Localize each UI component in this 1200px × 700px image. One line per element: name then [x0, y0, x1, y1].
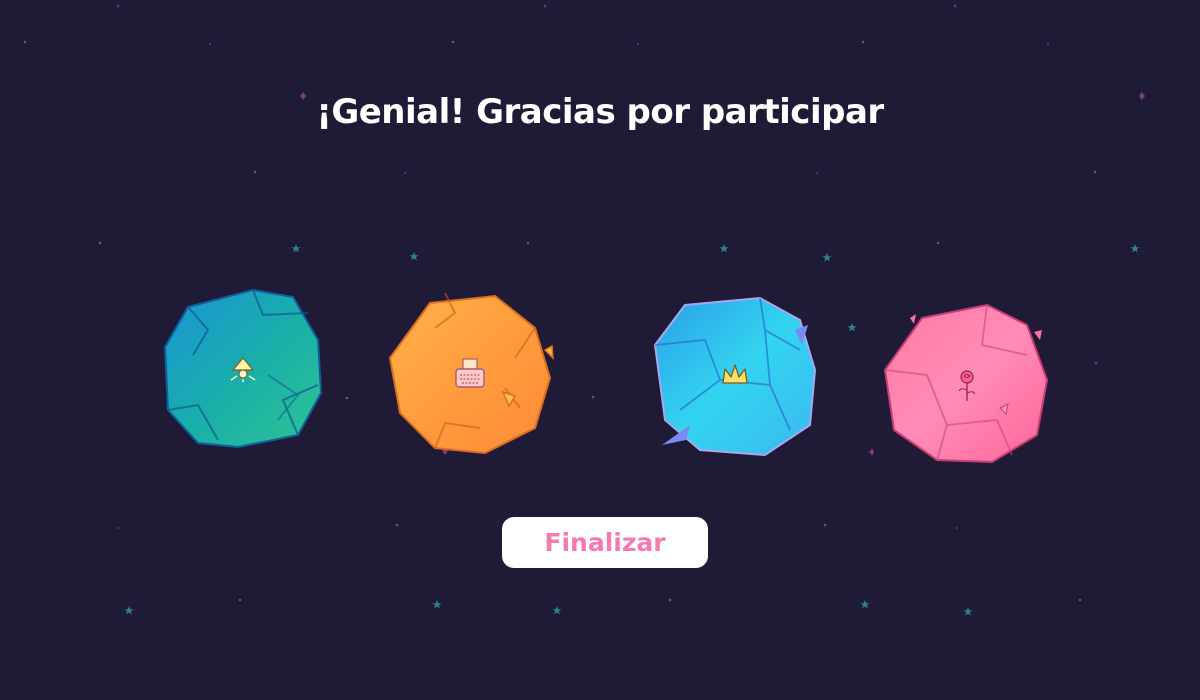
crown-icon [715, 355, 755, 395]
cyan-planet [650, 290, 820, 460]
page-title: ¡Genial! Gracias por participar [316, 92, 884, 132]
typewriter-icon [450, 353, 490, 393]
teal-planet [158, 285, 328, 455]
game-screen: ¡Genial! Gracias por participar Finaliza… [0, 0, 1200, 700]
rose-icon [947, 365, 987, 405]
pink-planet [882, 300, 1052, 470]
finish-button[interactable]: Finalizar [502, 517, 708, 568]
orange-planet [385, 288, 555, 458]
lamp-icon [223, 350, 263, 390]
